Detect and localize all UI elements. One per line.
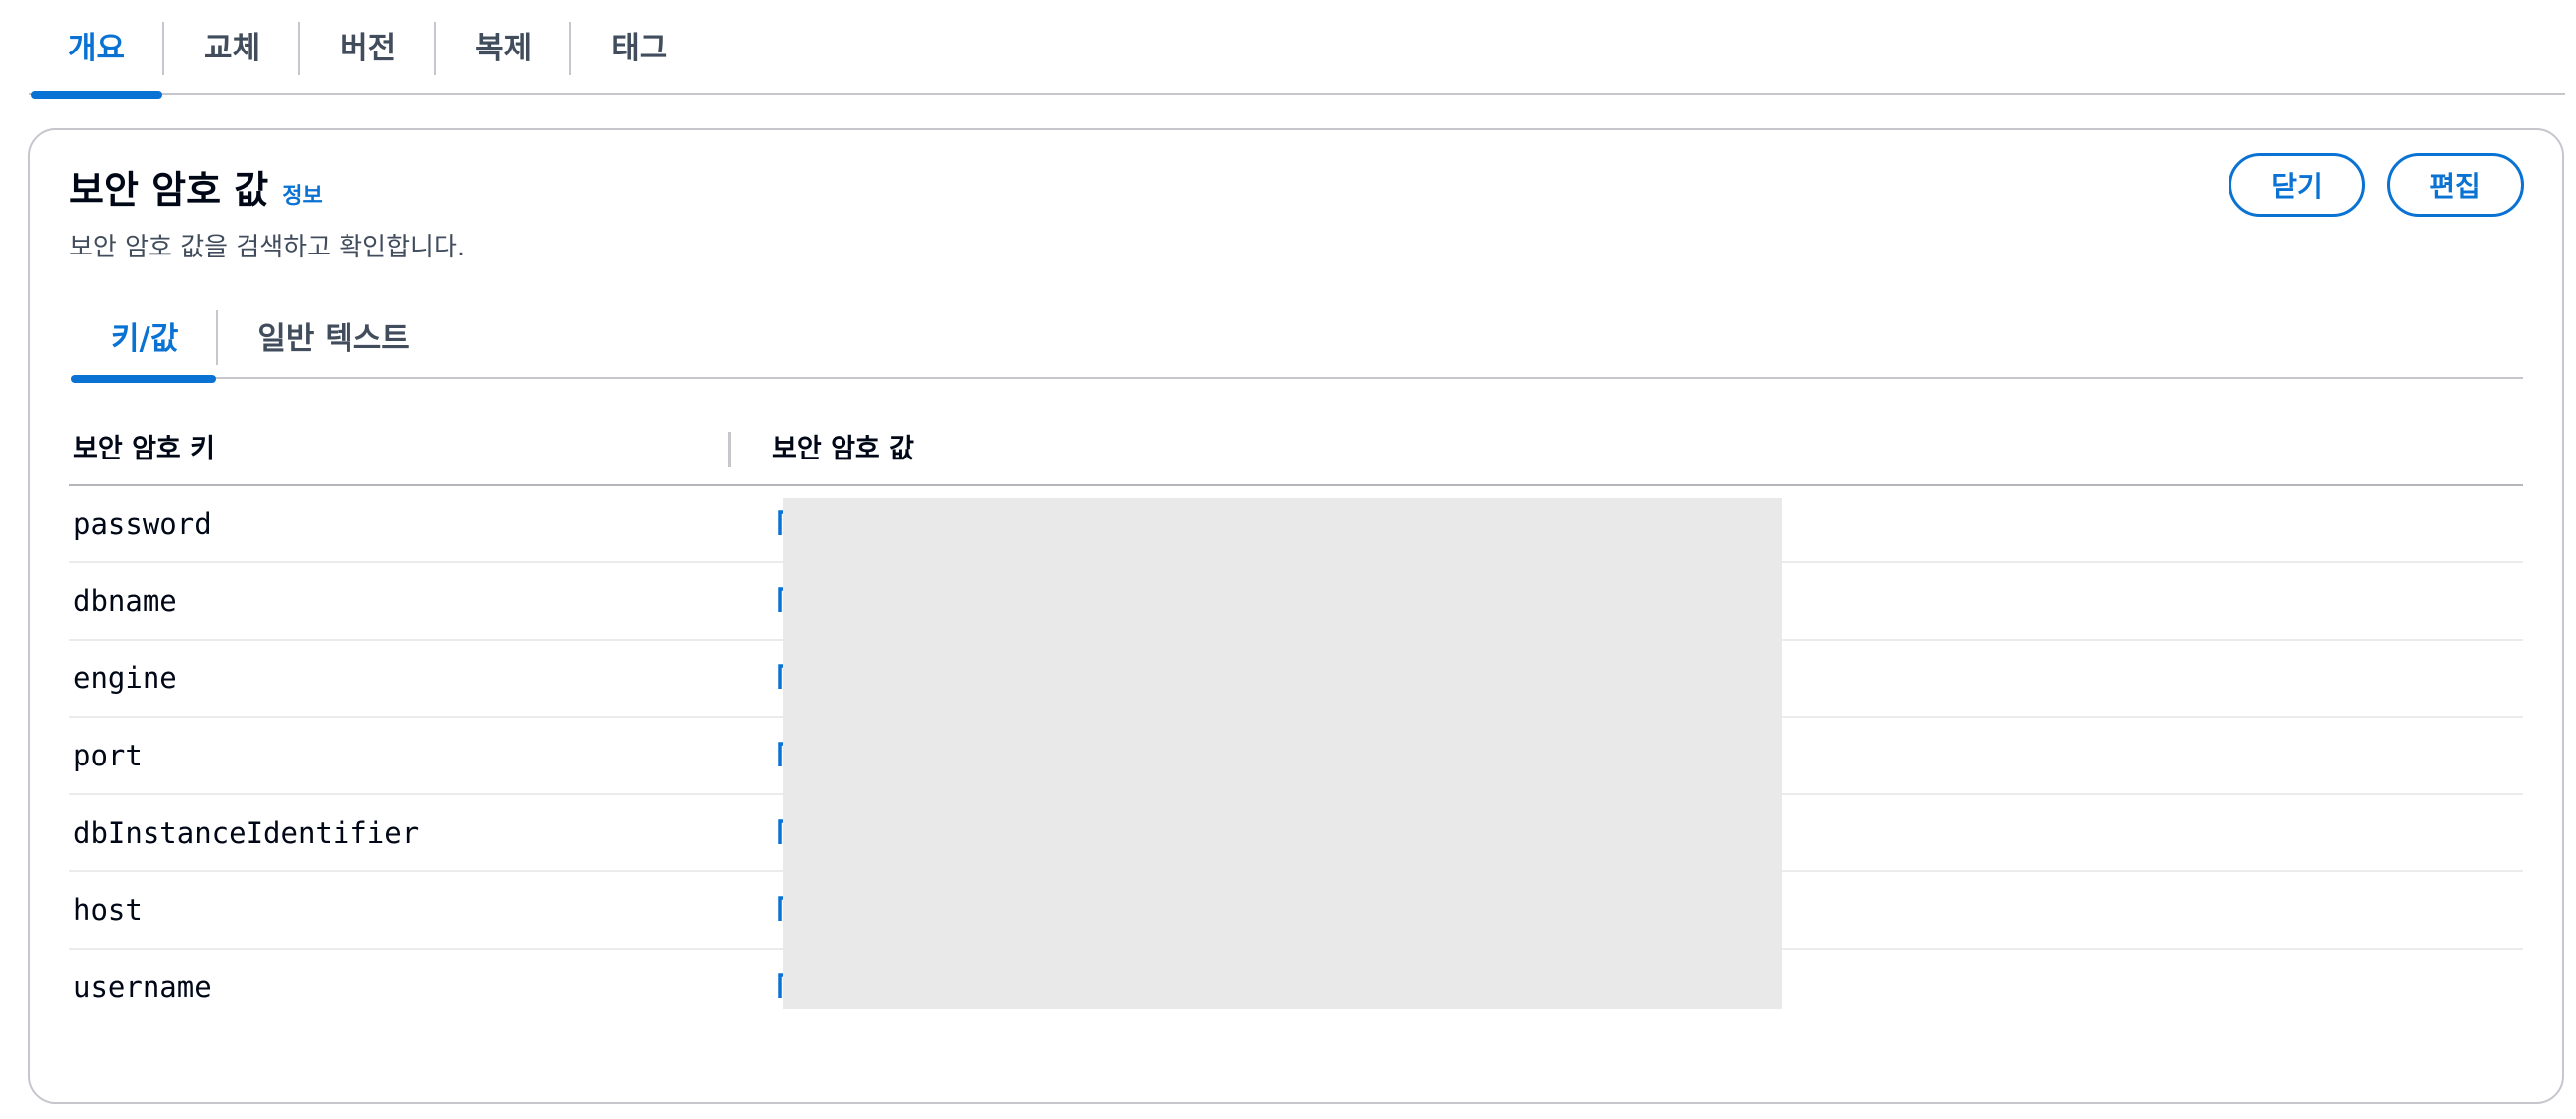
edit-button[interactable]: 편집 (2387, 153, 2524, 217)
table-header: 보안 암호 키 보안 암호 값 (69, 407, 2523, 486)
tab-tags-label: 태그 (611, 30, 668, 66)
tab-rotation-label: 교체 (204, 30, 261, 66)
redacted-secret-values (783, 498, 1782, 1009)
tab-versions-label: 버전 (340, 30, 397, 66)
tab-tags[interactable]: 태그 (571, 0, 707, 95)
secret-key-cell: port (73, 739, 143, 772)
tab-plaintext-label: 일반 텍스트 (257, 320, 410, 356)
card-description: 보안 암호 값을 검색하고 확인합니다. (69, 233, 466, 262)
tab-plaintext[interactable]: 일반 텍스트 (218, 298, 448, 379)
secret-key-cell: dbInstanceIdentifier (73, 816, 420, 850)
column-header-value: 보안 암호 값 (772, 433, 914, 464)
secret-key-cell: dbname (73, 584, 177, 618)
tab-key-value-label: 키/값 (111, 320, 179, 356)
close-button[interactable]: 닫기 (2229, 153, 2365, 217)
tab-overview[interactable]: 개요 (29, 0, 165, 99)
active-tab-indicator (31, 91, 163, 99)
info-link[interactable]: 정보 (282, 178, 322, 210)
tab-rotation[interactable]: 교체 (164, 0, 301, 95)
secret-key-cell: engine (73, 661, 177, 695)
tab-versions[interactable]: 버전 (300, 0, 437, 95)
tab-overview-label: 개요 (68, 30, 126, 66)
tab-replication[interactable]: 복제 (436, 0, 572, 95)
tab-replication-label: 복제 (475, 30, 533, 66)
value-view-tab-bar: 키/값 일반 텍스트 (71, 298, 2523, 383)
card-title: 보안 암호 값 (69, 168, 269, 212)
secret-key-cell: host (73, 893, 143, 927)
top-tab-bar: 개요 교체 버전 복제 태그 (29, 0, 2565, 99)
active-tab-indicator (71, 375, 217, 383)
secret-key-cell: password (73, 507, 212, 541)
column-header-key: 보안 암호 키 (73, 433, 215, 464)
secret-key-cell: username (73, 970, 212, 1004)
card-header: 보안 암호 값 정보 (69, 159, 323, 214)
column-resizer[interactable] (728, 432, 731, 467)
tab-key-value[interactable]: 키/값 (71, 298, 219, 383)
